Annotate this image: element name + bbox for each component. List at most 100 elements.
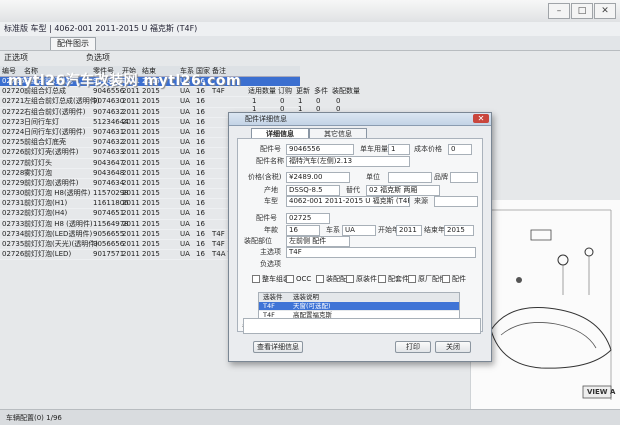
table-cell: 02735 (2, 240, 25, 248)
table-cell: UA (180, 97, 190, 106)
main-option-label: 主选项 (260, 248, 281, 256)
dialog-close-button[interactable]: 关闭 (435, 341, 471, 353)
table-cell: 02727 (2, 158, 25, 167)
quantity-cell: 0 (280, 97, 285, 105)
table-cell: 前灯灯泡(LED) (24, 250, 72, 259)
year-field[interactable]: 16 (286, 225, 320, 236)
table-cell: 02724 (2, 127, 25, 136)
replacement-label: 替代 (346, 186, 360, 194)
series-field[interactable]: UA (342, 225, 376, 236)
table-cell: UA (180, 168, 190, 177)
main-option-field[interactable]: T4F (286, 247, 476, 258)
table-cell: 2015 (142, 240, 160, 248)
table-cell: 02722 (2, 107, 25, 116)
table-cell: 02732 (2, 209, 25, 218)
checkbox-icon[interactable] (442, 275, 450, 283)
option-col-code: 选装件 (263, 293, 283, 301)
model-field[interactable]: 4062-001 2011-2015 U 福克斯 (T4F) (286, 196, 410, 207)
table-cell: 02730 (2, 189, 25, 198)
option-checkbox[interactable]: 配件 (442, 275, 466, 284)
table-cell: 9074632 (93, 138, 125, 147)
table-cell: T4F (212, 240, 225, 248)
end-year-field[interactable]: 2015 (444, 225, 474, 236)
end-year-label: 结束年 (424, 226, 445, 234)
table-cell: 2011 (122, 229, 140, 238)
table-cell: 2011 (122, 138, 140, 147)
option-checkbox[interactable]: 配套件 (378, 275, 409, 284)
quantity-row: 1 0 1 0 0 (248, 97, 368, 105)
table-cell: 2015 (142, 138, 160, 147)
part-name-label: 配件名称 (256, 157, 284, 165)
print-button[interactable]: 打印 (395, 341, 431, 353)
cost-field[interactable]: 0 (448, 144, 472, 155)
close-button[interactable]: ✕ (594, 3, 616, 19)
brand-field[interactable] (450, 172, 478, 183)
table-cell: 日间行车灯(透明件) (24, 127, 86, 136)
table-cell: 2011 (122, 158, 140, 167)
table-cell: 9074632 (93, 107, 125, 116)
negative-option-label-dlg: 负选项 (260, 260, 281, 268)
table-cell: 02731 (2, 199, 25, 208)
part-name-field[interactable]: 福特汽车(左侧)2.13 (286, 156, 410, 167)
table-cell: 16 (196, 240, 205, 248)
view-detail-button[interactable]: 查看详细信息 (253, 341, 303, 353)
update-col-header: 更新 (296, 87, 310, 95)
option-row[interactable]: T4F 天窗(可选配) (259, 302, 459, 311)
table-cell: UA (180, 219, 190, 228)
maximize-button[interactable]: □ (571, 3, 593, 19)
option-cell: 天窗(可选配) (293, 302, 331, 310)
dialog-title-bar: 配件详细信息 ✕ (229, 113, 491, 126)
origin-field[interactable]: DSSQ-8.5 (286, 185, 340, 196)
option-checkbox[interactable]: OCC (286, 275, 311, 284)
table-cell: 雾灯灯泡 (24, 168, 52, 177)
parts-diagram[interactable]: VIEW A (470, 200, 620, 410)
table-cell: 2011 (122, 199, 140, 208)
table-cell: UA (180, 209, 190, 218)
table-cell: 2015 (142, 199, 160, 208)
dialog-close-icon[interactable]: ✕ (473, 114, 489, 123)
unit-field[interactable] (388, 172, 432, 183)
table-cell: 2015 (142, 209, 160, 218)
part-no-field[interactable]: 9046556 (286, 144, 354, 155)
table-cell: 2011 (122, 178, 140, 187)
price-field[interactable]: ¥2489.00 (286, 172, 350, 183)
checkbox-icon[interactable] (316, 275, 324, 283)
option-checkbox[interactable]: 原厂配件 (408, 275, 446, 284)
table-cell: 02734 (2, 229, 25, 238)
quantity-table-header: 适用数量 订购 更新 多件 装配数量 (248, 86, 368, 96)
table-cell: 2011 (122, 209, 140, 218)
region-field[interactable]: 左前侧 配件 (286, 236, 350, 247)
start-year-field[interactable]: 2011 (396, 225, 422, 236)
table-cell: 16 (196, 158, 205, 167)
table-cell: UA (180, 178, 190, 187)
tab-parts-diagram[interactable]: 配件图示 (50, 37, 96, 50)
table-cell: 左组合前灯总成(透明件) (24, 97, 100, 106)
table-cell: 02733 (2, 219, 25, 228)
source-field[interactable] (434, 196, 478, 207)
checkbox-icon[interactable] (286, 275, 294, 283)
minimize-button[interactable]: – (548, 3, 570, 19)
note-field[interactable] (243, 318, 481, 334)
table-cell: 16 (196, 229, 205, 238)
serial-field[interactable]: 02725 (286, 213, 330, 224)
table-cell: 前组合灯底壳 (24, 138, 66, 147)
table-cell: 02725 (2, 138, 25, 147)
checkbox-icon[interactable] (408, 275, 416, 283)
table-cell: 16 (196, 97, 205, 106)
qty-field[interactable]: 1 (388, 144, 410, 155)
checkbox-icon[interactable] (378, 275, 386, 283)
table-cell: 16 (196, 117, 205, 126)
table-cell: 9043647 (93, 158, 125, 167)
option-checkbox[interactable]: 原装件 (346, 275, 377, 284)
table-cell: 02729 (2, 178, 25, 187)
checkbox-icon[interactable] (346, 275, 354, 283)
dialog-title: 配件详细信息 (245, 115, 287, 123)
series-label: 车系 (326, 226, 340, 234)
checkbox-icon[interactable] (252, 275, 260, 283)
table-cell: 16 (196, 148, 205, 157)
table-cell: 2011 (122, 189, 140, 198)
table-cell: 2015 (142, 168, 160, 177)
table-cell: UA (180, 240, 190, 248)
replacement-field[interactable]: 02 福克斯 两厢 (366, 185, 440, 196)
option-checkbox[interactable]: 整车组装 (252, 275, 290, 284)
